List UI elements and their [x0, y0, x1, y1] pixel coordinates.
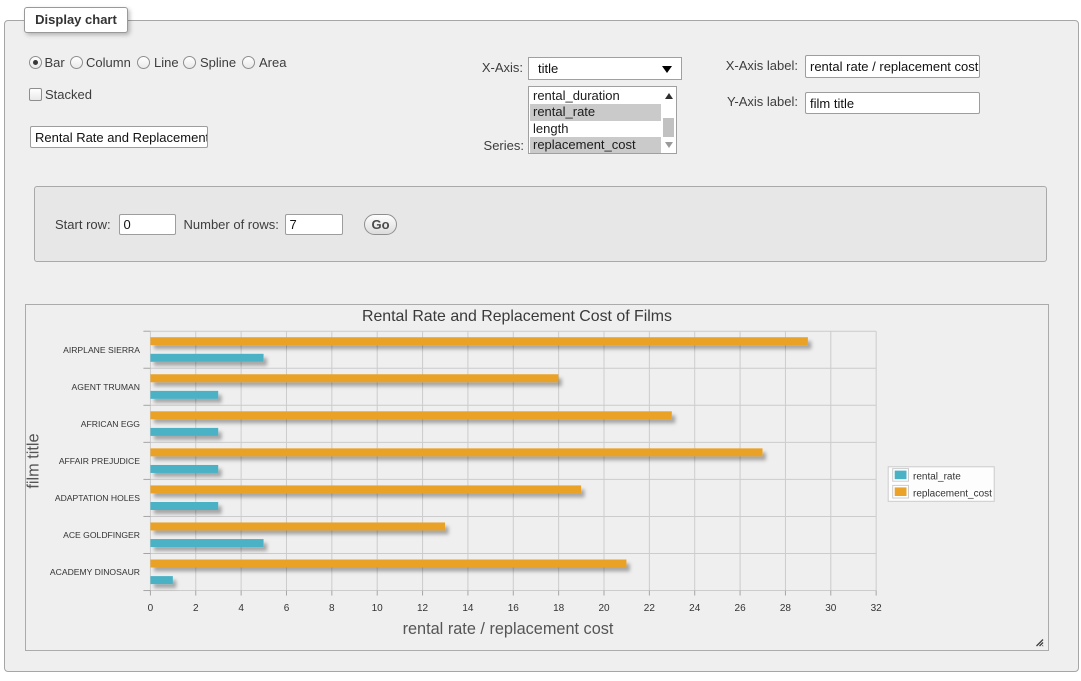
svg-text:0: 0	[148, 603, 154, 614]
svg-text:26: 26	[735, 603, 747, 614]
svg-text:10: 10	[372, 603, 384, 614]
svg-text:32: 32	[871, 603, 883, 614]
svg-text:6: 6	[284, 603, 290, 614]
svg-text:rental_rate: rental_rate	[913, 472, 961, 483]
svg-text:film title: film title	[26, 433, 43, 488]
svg-text:AFFAIR PREJUDICE: AFFAIR PREJUDICE	[59, 456, 140, 466]
svg-text:30: 30	[825, 603, 837, 614]
svg-text:22: 22	[644, 603, 656, 614]
svg-text:4: 4	[238, 603, 244, 614]
svg-text:14: 14	[462, 603, 474, 614]
svg-text:28: 28	[780, 603, 792, 614]
svg-text:12: 12	[417, 603, 429, 614]
svg-text:AGENT TRUMAN: AGENT TRUMAN	[72, 382, 140, 392]
svg-text:18: 18	[553, 603, 565, 614]
svg-text:16: 16	[508, 603, 520, 614]
svg-text:24: 24	[689, 603, 701, 614]
svg-text:replacement_cost: replacement_cost	[913, 488, 992, 499]
svg-text:20: 20	[598, 603, 610, 614]
svg-text:ACADEMY DINOSAUR: ACADEMY DINOSAUR	[50, 567, 140, 577]
svg-text:ADAPTATION HOLES: ADAPTATION HOLES	[55, 493, 140, 503]
svg-text:rental rate / replacement cost: rental rate / replacement cost	[403, 620, 614, 638]
svg-text:Rental Rate and Replacement Co: Rental Rate and Replacement Cost of Film…	[362, 308, 672, 325]
svg-text:8: 8	[329, 603, 335, 614]
svg-text:ACE GOLDFINGER: ACE GOLDFINGER	[63, 530, 140, 540]
svg-text:AIRPLANE SIERRA: AIRPLANE SIERRA	[63, 345, 140, 355]
svg-text:AFRICAN EGG: AFRICAN EGG	[81, 419, 141, 429]
svg-text:2: 2	[193, 603, 199, 614]
